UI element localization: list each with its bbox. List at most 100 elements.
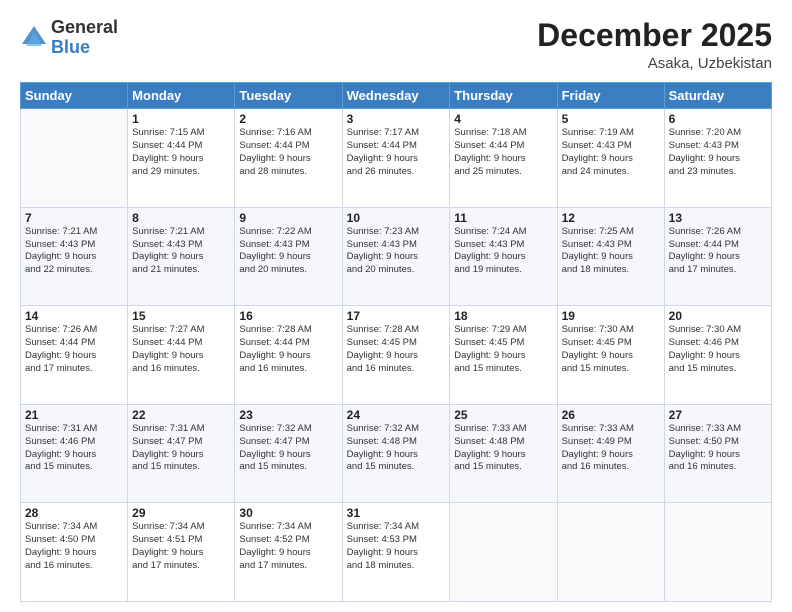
day-number: 18 [454, 309, 552, 323]
day-info: Sunrise: 7:26 AM Sunset: 4:44 PM Dayligh… [25, 324, 123, 375]
logo-text: General Blue [51, 18, 118, 58]
day-number: 24 [347, 408, 446, 422]
calendar-cell: 4Sunrise: 7:18 AM Sunset: 4:44 PM Daylig… [450, 109, 557, 208]
day-number: 12 [562, 211, 660, 225]
day-info: Sunrise: 7:16 AM Sunset: 4:44 PM Dayligh… [239, 127, 337, 178]
calendar-cell: 30Sunrise: 7:34 AM Sunset: 4:52 PM Dayli… [235, 503, 342, 602]
calendar-week-row: 7Sunrise: 7:21 AM Sunset: 4:43 PM Daylig… [21, 207, 772, 306]
calendar-cell: 23Sunrise: 7:32 AM Sunset: 4:47 PM Dayli… [235, 404, 342, 503]
weekday-header-friday: Friday [557, 83, 664, 109]
calendar-cell: 17Sunrise: 7:28 AM Sunset: 4:45 PM Dayli… [342, 306, 450, 405]
calendar-cell: 16Sunrise: 7:28 AM Sunset: 4:44 PM Dayli… [235, 306, 342, 405]
calendar-cell: 6Sunrise: 7:20 AM Sunset: 4:43 PM Daylig… [664, 109, 771, 208]
day-info: Sunrise: 7:17 AM Sunset: 4:44 PM Dayligh… [347, 127, 446, 178]
calendar-cell: 8Sunrise: 7:21 AM Sunset: 4:43 PM Daylig… [128, 207, 235, 306]
calendar-cell: 13Sunrise: 7:26 AM Sunset: 4:44 PM Dayli… [664, 207, 771, 306]
calendar-week-row: 28Sunrise: 7:34 AM Sunset: 4:50 PM Dayli… [21, 503, 772, 602]
day-number: 23 [239, 408, 337, 422]
calendar-week-row: 14Sunrise: 7:26 AM Sunset: 4:44 PM Dayli… [21, 306, 772, 405]
calendar-cell: 31Sunrise: 7:34 AM Sunset: 4:53 PM Dayli… [342, 503, 450, 602]
day-number: 7 [25, 211, 123, 225]
page: General Blue December 2025 Asaka, Uzbeki… [0, 0, 792, 612]
day-info: Sunrise: 7:30 AM Sunset: 4:45 PM Dayligh… [562, 324, 660, 375]
title-block: December 2025 Asaka, Uzbekistan [537, 18, 772, 72]
day-number: 26 [562, 408, 660, 422]
calendar-cell: 22Sunrise: 7:31 AM Sunset: 4:47 PM Dayli… [128, 404, 235, 503]
location-subtitle: Asaka, Uzbekistan [537, 55, 772, 72]
day-number: 6 [669, 112, 767, 126]
day-number: 5 [562, 112, 660, 126]
day-number: 20 [669, 309, 767, 323]
day-number: 16 [239, 309, 337, 323]
weekday-header-monday: Monday [128, 83, 235, 109]
day-info: Sunrise: 7:23 AM Sunset: 4:43 PM Dayligh… [347, 226, 446, 277]
day-info: Sunrise: 7:29 AM Sunset: 4:45 PM Dayligh… [454, 324, 552, 375]
day-number: 3 [347, 112, 446, 126]
weekday-header-thursday: Thursday [450, 83, 557, 109]
day-number: 30 [239, 506, 337, 520]
day-info: Sunrise: 7:20 AM Sunset: 4:43 PM Dayligh… [669, 127, 767, 178]
calendar-cell: 19Sunrise: 7:30 AM Sunset: 4:45 PM Dayli… [557, 306, 664, 405]
day-number: 17 [347, 309, 446, 323]
calendar-week-row: 21Sunrise: 7:31 AM Sunset: 4:46 PM Dayli… [21, 404, 772, 503]
calendar-cell: 24Sunrise: 7:32 AM Sunset: 4:48 PM Dayli… [342, 404, 450, 503]
day-number: 4 [454, 112, 552, 126]
day-number: 9 [239, 211, 337, 225]
day-number: 27 [669, 408, 767, 422]
calendar-cell: 11Sunrise: 7:24 AM Sunset: 4:43 PM Dayli… [450, 207, 557, 306]
day-info: Sunrise: 7:25 AM Sunset: 4:43 PM Dayligh… [562, 226, 660, 277]
day-info: Sunrise: 7:28 AM Sunset: 4:45 PM Dayligh… [347, 324, 446, 375]
day-info: Sunrise: 7:21 AM Sunset: 4:43 PM Dayligh… [25, 226, 123, 277]
calendar-week-row: 1Sunrise: 7:15 AM Sunset: 4:44 PM Daylig… [21, 109, 772, 208]
calendar-cell [450, 503, 557, 602]
calendar-cell: 3Sunrise: 7:17 AM Sunset: 4:44 PM Daylig… [342, 109, 450, 208]
day-number: 14 [25, 309, 123, 323]
calendar-cell: 28Sunrise: 7:34 AM Sunset: 4:50 PM Dayli… [21, 503, 128, 602]
calendar-cell: 29Sunrise: 7:34 AM Sunset: 4:51 PM Dayli… [128, 503, 235, 602]
day-number: 22 [132, 408, 230, 422]
calendar-cell [664, 503, 771, 602]
calendar-cell: 12Sunrise: 7:25 AM Sunset: 4:43 PM Dayli… [557, 207, 664, 306]
day-number: 2 [239, 112, 337, 126]
weekday-header-wednesday: Wednesday [342, 83, 450, 109]
day-info: Sunrise: 7:33 AM Sunset: 4:48 PM Dayligh… [454, 423, 552, 474]
day-number: 13 [669, 211, 767, 225]
weekday-header-row: SundayMondayTuesdayWednesdayThursdayFrid… [21, 83, 772, 109]
day-info: Sunrise: 7:31 AM Sunset: 4:46 PM Dayligh… [25, 423, 123, 474]
calendar-cell: 15Sunrise: 7:27 AM Sunset: 4:44 PM Dayli… [128, 306, 235, 405]
calendar-cell: 25Sunrise: 7:33 AM Sunset: 4:48 PM Dayli… [450, 404, 557, 503]
header: General Blue December 2025 Asaka, Uzbeki… [20, 18, 772, 72]
logo-icon [20, 24, 48, 52]
day-info: Sunrise: 7:34 AM Sunset: 4:51 PM Dayligh… [132, 521, 230, 572]
day-number: 15 [132, 309, 230, 323]
day-number: 21 [25, 408, 123, 422]
calendar-cell: 2Sunrise: 7:16 AM Sunset: 4:44 PM Daylig… [235, 109, 342, 208]
day-number: 29 [132, 506, 230, 520]
weekday-header-tuesday: Tuesday [235, 83, 342, 109]
calendar-cell: 21Sunrise: 7:31 AM Sunset: 4:46 PM Dayli… [21, 404, 128, 503]
day-info: Sunrise: 7:21 AM Sunset: 4:43 PM Dayligh… [132, 226, 230, 277]
month-title: December 2025 [537, 18, 772, 53]
day-info: Sunrise: 7:26 AM Sunset: 4:44 PM Dayligh… [669, 226, 767, 277]
day-info: Sunrise: 7:15 AM Sunset: 4:44 PM Dayligh… [132, 127, 230, 178]
calendar-cell: 9Sunrise: 7:22 AM Sunset: 4:43 PM Daylig… [235, 207, 342, 306]
day-number: 11 [454, 211, 552, 225]
day-info: Sunrise: 7:19 AM Sunset: 4:43 PM Dayligh… [562, 127, 660, 178]
calendar-cell: 7Sunrise: 7:21 AM Sunset: 4:43 PM Daylig… [21, 207, 128, 306]
day-info: Sunrise: 7:33 AM Sunset: 4:49 PM Dayligh… [562, 423, 660, 474]
calendar-cell [557, 503, 664, 602]
day-info: Sunrise: 7:28 AM Sunset: 4:44 PM Dayligh… [239, 324, 337, 375]
day-info: Sunrise: 7:27 AM Sunset: 4:44 PM Dayligh… [132, 324, 230, 375]
day-number: 28 [25, 506, 123, 520]
logo-blue: Blue [51, 38, 118, 58]
day-info: Sunrise: 7:30 AM Sunset: 4:46 PM Dayligh… [669, 324, 767, 375]
calendar-cell: 14Sunrise: 7:26 AM Sunset: 4:44 PM Dayli… [21, 306, 128, 405]
day-info: Sunrise: 7:34 AM Sunset: 4:50 PM Dayligh… [25, 521, 123, 572]
calendar-cell: 20Sunrise: 7:30 AM Sunset: 4:46 PM Dayli… [664, 306, 771, 405]
day-number: 25 [454, 408, 552, 422]
day-info: Sunrise: 7:34 AM Sunset: 4:52 PM Dayligh… [239, 521, 337, 572]
day-info: Sunrise: 7:33 AM Sunset: 4:50 PM Dayligh… [669, 423, 767, 474]
calendar-cell: 26Sunrise: 7:33 AM Sunset: 4:49 PM Dayli… [557, 404, 664, 503]
weekday-header-sunday: Sunday [21, 83, 128, 109]
day-number: 10 [347, 211, 446, 225]
